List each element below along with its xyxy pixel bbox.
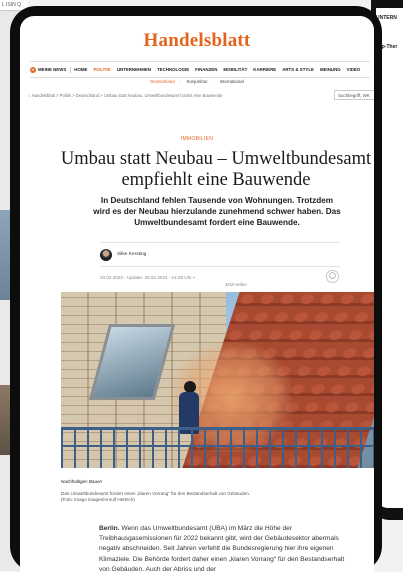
image-caption: Das Umweltbundesamt fordert einen „klare… — [61, 491, 361, 504]
subnav-separator: · — [212, 79, 215, 84]
article-headline: Umbau statt Neubau – Umweltbundesamt emp… — [36, 149, 374, 191]
breadcrumb[interactable]: ⌂ Handelsblatt > Politik > Deutschland >… — [28, 93, 328, 98]
site-logo[interactable]: Handelsblatt — [20, 30, 374, 52]
bookmark-icon[interactable]: ◯ — [326, 270, 339, 283]
search-input[interactable]: Suchbegriff, WK — [334, 90, 374, 100]
nav-item-arts-style[interactable]: ARTS & STYLE — [279, 67, 317, 72]
my-news-button[interactable]: H MEINE NEWS — [30, 66, 72, 73]
nav-item-meinung[interactable]: MEINUNG — [317, 67, 344, 72]
article-dates: 20.02.2023 - Update: 20.02.2023 - 14:38 … — [100, 275, 195, 280]
headline-line-1: Umbau statt Neubau – Umweltbundesamt — [60, 149, 372, 169]
article-body: Berlin. Wenn das Umweltbundesamt (UBA) i… — [99, 524, 345, 572]
nav-item-technologie[interactable]: TECHNOLOGIE — [154, 67, 192, 72]
article-kicker[interactable]: IMMOBILIEN — [20, 136, 374, 142]
share-link[interactable]: Jetzt teilen — [225, 282, 247, 287]
nav-item-politik[interactable]: POLITIK — [90, 67, 113, 72]
sub-nav: Deutschland · Konjunktur · International — [20, 79, 374, 84]
subnav-item-international[interactable]: International — [218, 79, 246, 84]
scaffold-railing — [61, 427, 374, 468]
subnav-item-deutschland[interactable]: Deutschland — [148, 79, 176, 84]
news-badge-icon: H — [30, 66, 36, 73]
author-box[interactable]: Silke Kersting — [100, 242, 340, 267]
nav-item-video[interactable]: VIDEO — [344, 67, 364, 72]
nav-item-mobilitaet[interactable]: MOBILITÄT — [220, 67, 250, 72]
nav-item-karriere[interactable]: KARRIERE — [250, 67, 279, 72]
article-teaser: In Deutschland fehlen Tausende von Wohnu… — [93, 196, 341, 227]
browser-screen: Handelsblatt H MEINE NEWS HOME POLITIK U… — [20, 16, 374, 572]
main-nav: H MEINE NEWS HOME POLITIK UNTERNEHMEN TE… — [30, 61, 370, 78]
article-image — [61, 292, 374, 468]
tablet-frame: Handelsblatt H MEINE NEWS HOME POLITIK U… — [10, 6, 382, 572]
image-credit: (Foto: imago images/Arnulf Hettrich) — [61, 497, 135, 503]
nav-item-finanzen[interactable]: FINANZEN — [192, 67, 220, 72]
image-caption-title: Nachhaltiges Bauen — [61, 479, 103, 484]
headline-line-2: empfiehlt eine Bauwende — [121, 170, 311, 190]
article-body-text: Wenn das Umweltbundesamt (UBA) im März d… — [99, 525, 345, 572]
author-avatar — [100, 248, 112, 261]
subnav-item-konjunktur[interactable]: Konjunktur — [185, 79, 210, 84]
author-name[interactable]: Silke Kersting — [117, 252, 146, 257]
nav-item-unternehmen[interactable]: UNTERNEHMEN — [114, 67, 154, 72]
nav-item-home[interactable]: HOME — [71, 67, 90, 72]
my-news-label: MEINE NEWS — [38, 67, 67, 72]
article-dateline: Berlin. — [99, 525, 120, 532]
subnav-separator: · — [179, 79, 182, 84]
